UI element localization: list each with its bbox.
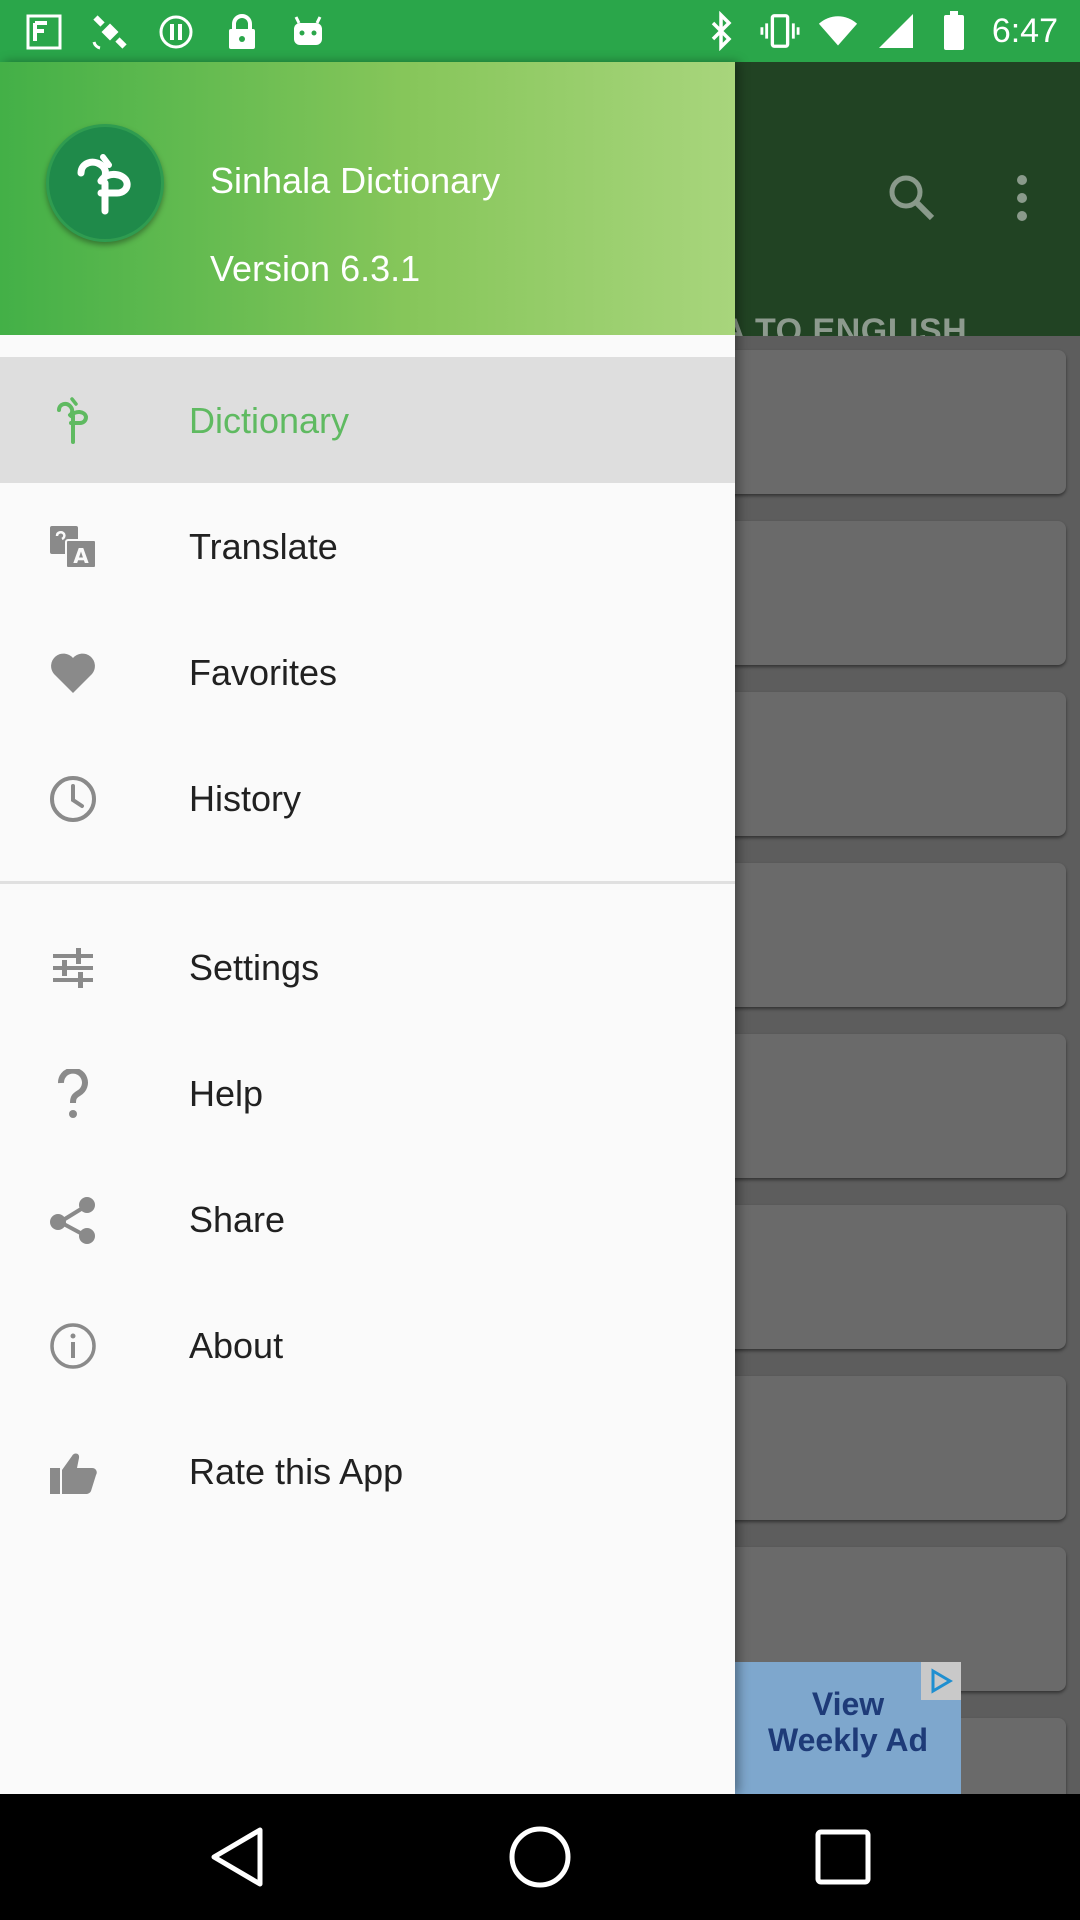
app-version: Version 6.3.1 (210, 248, 421, 289)
list-card[interactable] (700, 1376, 1066, 1520)
ad-banner[interactable]: View Weekly Ad (735, 1662, 961, 1794)
navigation-drawer: Sinhala Dictionary Version 6.3.1 Diction… (0, 62, 735, 1794)
fake-gps-icon (24, 12, 64, 52)
question-icon (48, 1069, 98, 1118)
satellite-icon (90, 12, 130, 52)
recents-icon[interactable] (808, 1822, 878, 1892)
vibrate-icon (760, 11, 800, 51)
menu-item-translate[interactable]: A Translate (0, 483, 735, 609)
list-card[interactable] (700, 1034, 1066, 1178)
menu-label-rate-app: Rate this App (189, 1451, 404, 1492)
bluetooth-icon (702, 11, 742, 51)
thumbs-up-icon (48, 1449, 98, 1495)
status-time: 6:47 (991, 11, 1058, 50)
menu-item-settings[interactable]: Settings (0, 904, 735, 1030)
battery-icon (934, 11, 974, 51)
menu-label-settings: Settings (189, 947, 320, 988)
app-name: Sinhala Dictionary (210, 160, 501, 201)
more-options-icon[interactable] (1010, 174, 1034, 227)
menu-divider (0, 881, 735, 884)
menu-item-rate-app[interactable]: Rate this App (0, 1408, 735, 1534)
menu-label-help: Help (189, 1073, 264, 1114)
menu-label-translate: Translate (189, 526, 338, 567)
menu-item-help[interactable]: Help (0, 1030, 735, 1156)
list-card[interactable] (700, 350, 1066, 494)
back-icon[interactable] (202, 1822, 272, 1892)
list-card[interactable] (700, 521, 1066, 665)
home-icon[interactable] (505, 1822, 575, 1892)
menu-item-share[interactable]: Share (0, 1156, 735, 1282)
menu-label-about: About (189, 1325, 284, 1366)
menu-label-share: Share (189, 1199, 286, 1240)
ad-line-2: Weekly Ad (767, 1722, 929, 1758)
search-icon[interactable] (886, 172, 936, 227)
pause-circle-icon (156, 12, 196, 52)
drawer-header: Sinhala Dictionary Version 6.3.1 (0, 62, 735, 335)
menu-label-favorites: Favorites (189, 652, 338, 693)
notification-icons (24, 10, 328, 54)
info-icon (48, 1323, 98, 1369)
system-nav-bar (0, 1794, 1080, 1920)
heart-icon (48, 650, 98, 696)
signal-icon (876, 11, 916, 51)
menu-label-dictionary: Dictionary (189, 400, 350, 441)
menu-item-favorites[interactable]: Favorites (0, 609, 735, 735)
lock-icon (222, 12, 262, 52)
sliders-icon (48, 945, 98, 991)
list-card[interactable] (700, 692, 1066, 836)
list-card[interactable] (700, 1205, 1066, 1349)
app-logo (46, 124, 164, 242)
translate-icon: A (48, 524, 98, 570)
menu-item-dictionary[interactable]: Dictionary (0, 357, 735, 483)
menu-label-history: History (189, 778, 302, 819)
menu-item-about[interactable]: About (0, 1282, 735, 1408)
clock-icon (48, 776, 98, 822)
svg-text:A: A (73, 544, 89, 568)
list-card[interactable] (700, 863, 1066, 1007)
android-icon (288, 12, 328, 52)
sinhala-letter-icon (48, 397, 98, 444)
wifi-icon (818, 11, 858, 51)
ad-choices-icon[interactable] (921, 1662, 961, 1700)
status-bar: 6:47 (0, 0, 1080, 62)
menu-item-history[interactable]: History (0, 735, 735, 861)
share-icon (48, 1197, 98, 1244)
system-icons: 6:47 (702, 6, 1058, 56)
